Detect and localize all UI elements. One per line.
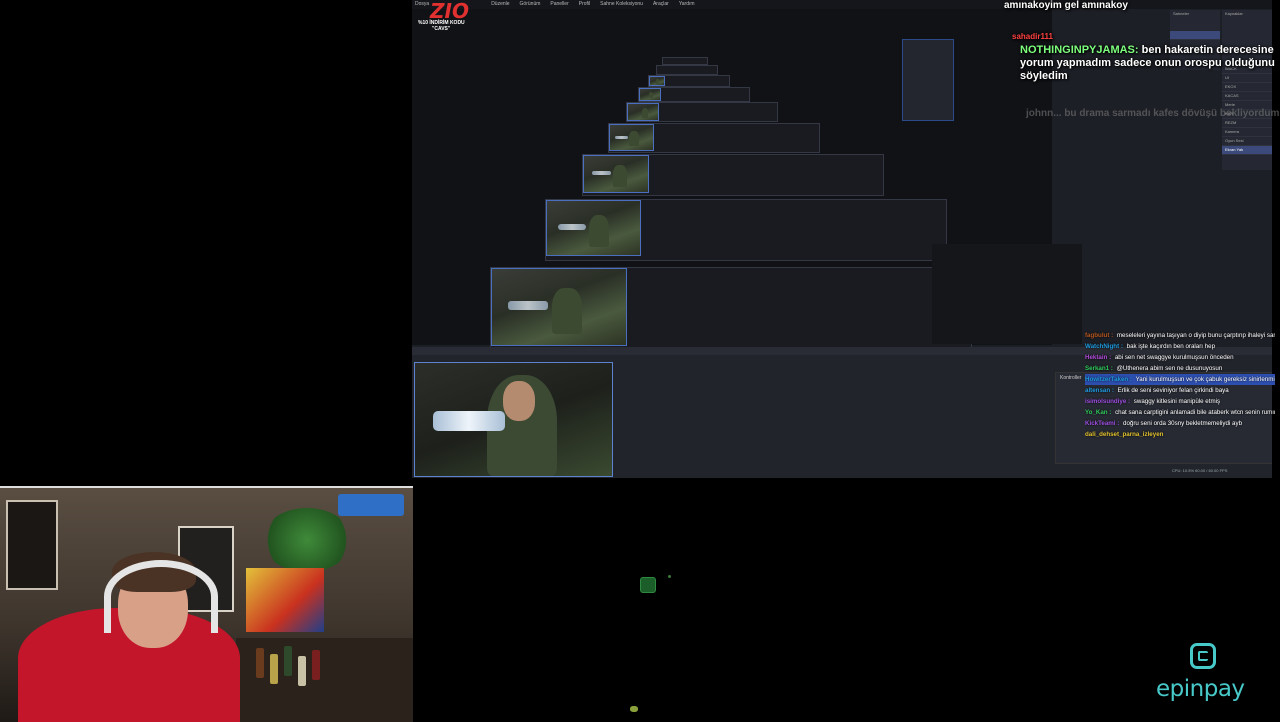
- chat-message: isimolsundiye : swaggy kitlesini manipül…: [1085, 396, 1275, 407]
- chat-text: chat sana carptigini anlamadi bile atabe…: [1115, 409, 1275, 416]
- chat-message: WatchNight : bak işte kaçırdın ben orala…: [1085, 341, 1275, 352]
- obs-menubar: Dosya Düzenle Görünüm Paneller Profil Sa…: [412, 0, 1272, 9]
- chat-message: altensan : Erlik de seni seviniyor felan…: [1085, 385, 1275, 396]
- epinpay-logo-icon: [1190, 643, 1216, 669]
- menu-item-help[interactable]: Yardım: [679, 0, 695, 9]
- overlay-chat-badge-user: sahadir111: [1012, 32, 1053, 41]
- green-emote-icon: [640, 577, 656, 593]
- wall-sign: [338, 494, 404, 516]
- scene-item-active[interactable]: [1170, 31, 1220, 40]
- menu-item-view[interactable]: Görünüm: [520, 0, 541, 9]
- spiderman-poster: [246, 568, 324, 632]
- chat-text: bak işte kaçırdın ben oraları hep: [1124, 343, 1216, 350]
- chat-username[interactable]: altensan :: [1085, 387, 1114, 394]
- source-item[interactable]: REZM: [1222, 119, 1272, 128]
- source-item[interactable]: KACAS: [1222, 92, 1272, 101]
- chat-message: KickTeami : doğru seni orda 30sny beklet…: [1085, 418, 1275, 429]
- chat-text: swaggy kitlesini manipüle etmiş: [1132, 398, 1221, 405]
- obs-preview: [412, 9, 1082, 349]
- overlay-chat-username: NOTHINGINPYJAMAS:: [1020, 44, 1139, 56]
- source-item[interactable]: Kamera: [1222, 128, 1272, 137]
- epinpay-logo-text: epinpay: [1156, 676, 1245, 702]
- recursive-frame: [582, 154, 884, 196]
- source-item[interactable]: Oyun Sesi: [1222, 137, 1272, 146]
- overlay-chat-message: NOTHINGINPYJAMAS: ben hakaretin derecesi…: [1020, 44, 1278, 83]
- decorative-dot: [668, 575, 671, 578]
- sources-title: Kaynaklar: [1225, 11, 1243, 16]
- logo-code: "CAVS": [432, 26, 451, 32]
- plant: [262, 508, 352, 572]
- preview-camera-source[interactable]: [414, 362, 613, 477]
- chat-message: fagbulut : meseleleri yayına taşıyan o d…: [1085, 330, 1275, 341]
- menu-item-profile[interactable]: Profil: [579, 0, 590, 9]
- poster-frame: [6, 500, 58, 590]
- headphones: [104, 560, 218, 633]
- chat-text: Erlik de seni seviniyor felan çirkindi b…: [1115, 387, 1229, 394]
- chat-text: abi sen net swaggye kurulmuşsun önceden: [1113, 354, 1234, 361]
- recursive-frame: [656, 65, 718, 75]
- recursive-frame: [638, 87, 750, 102]
- menu-item-tools[interactable]: Araçlar: [653, 0, 669, 9]
- menu-item-docks[interactable]: Paneller: [550, 0, 568, 9]
- chat-username[interactable]: WatchNight :: [1085, 343, 1123, 350]
- logo-text: ZIO: [430, 0, 469, 23]
- recursive-frame: [545, 199, 947, 261]
- menu-item-scene-collection[interactable]: Sahne Koleksiyonu: [600, 0, 643, 9]
- chat-username[interactable]: dali_dehset_parna_izleyen: [1085, 431, 1163, 438]
- recursive-frame: [490, 267, 972, 349]
- chat-username[interactable]: KickTeami :: [1085, 420, 1119, 427]
- zio-logo: ZIO %10 İNDİRİM KODU "CAVS": [418, 0, 476, 32]
- chat-username[interactable]: Hektain :: [1085, 354, 1111, 361]
- overlay-chat-line: amınakoyim gel amınakoy: [1004, 0, 1128, 11]
- chat-text: meseleleri yayına taşıyan o diyip bunu ç…: [1116, 332, 1275, 339]
- recursive-frame: [648, 75, 730, 87]
- recursive-frame: [662, 57, 708, 65]
- source-item[interactable]: EKOX: [1222, 83, 1272, 92]
- chat-message: Serkan1 : @Uthenera abim sen ne dusunuyo…: [1085, 363, 1275, 374]
- desk-shelf: [236, 638, 413, 722]
- webcam-feed: [0, 486, 413, 722]
- chat-username[interactable]: fagbulut :: [1085, 332, 1113, 339]
- chat-username[interactable]: Serkan1 :: [1085, 365, 1113, 372]
- chat-username[interactable]: HowitzerTaken :: [1085, 376, 1132, 383]
- chat-username[interactable]: Yo_Kan :: [1085, 409, 1111, 416]
- recursive-frame: [608, 123, 820, 153]
- nested-chat-panel: [932, 244, 1082, 344]
- scenes-title: Sahneler: [1173, 11, 1190, 16]
- chat-message: dali_dehset_parna_izleyen: [1085, 429, 1275, 440]
- decorative-dot: [630, 706, 638, 712]
- water-bottle: [433, 411, 505, 431]
- chat-message: HowitzerTaken : Yani kurulmuşsun ve çok …: [1085, 374, 1275, 385]
- overlay-chat-faded: johnn... bu drama sarmadı kafes dövüşü b…: [1026, 108, 1280, 119]
- nested-sources-panel: [902, 39, 954, 121]
- sources-panel: Kaynaklar WACK UI EKOX KACAS Merle KAR R…: [1222, 10, 1272, 170]
- chat-text: Yani kurulmuşsun ve çok çabuk gereksiz s…: [1134, 376, 1275, 383]
- chat-text: @Uthenera abim sen ne dusunuyosun: [1114, 365, 1223, 372]
- menu-item-edit[interactable]: Düzenle: [491, 0, 509, 9]
- recursive-frame: [626, 102, 778, 122]
- chat-message: Yo_Kan : chat sana carptigini anlamadi b…: [1085, 407, 1275, 418]
- chat-box: fagbulut : meseleleri yayına taşıyan o d…: [1085, 330, 1275, 475]
- chat-message: Hektain : abi sen net swaggye kurulmuşsu…: [1085, 352, 1275, 363]
- chat-text: doğru seni orda 30sny bekletmemeliydi ay…: [1121, 420, 1243, 427]
- chat-username[interactable]: isimolsundiye :: [1085, 398, 1130, 405]
- source-item-selected[interactable]: Ekran Yak: [1222, 146, 1272, 155]
